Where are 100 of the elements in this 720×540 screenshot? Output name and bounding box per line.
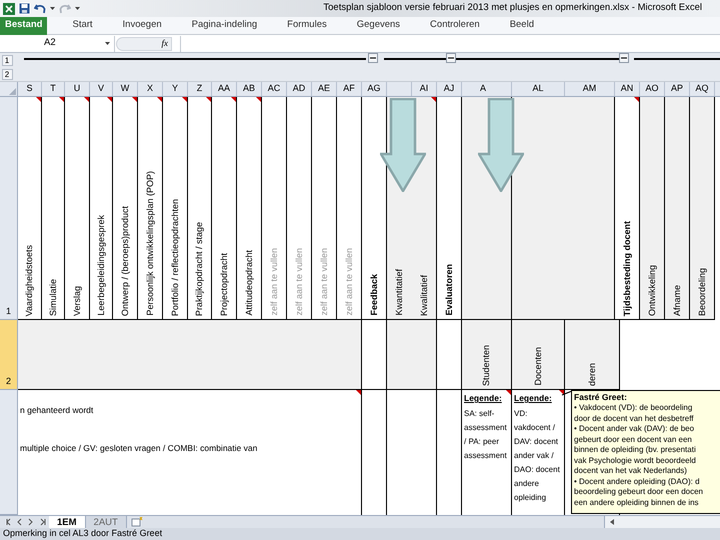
- column-header[interactable]: AD: [292, 82, 306, 96]
- status-text: Opmerking in cel AL3 door Fastré Greet: [3, 527, 162, 540]
- column-heading-text: zelf aan te vullen: [320, 248, 328, 316]
- column-header[interactable]: AJ: [444, 82, 454, 96]
- ribbon-tab[interactable]: Start: [67, 16, 98, 34]
- column-header[interactable]: A: [480, 82, 486, 96]
- column-header[interactable]: V: [98, 82, 104, 96]
- comment-text: • Vakdocent (VD): de beoordeling: [574, 403, 694, 414]
- column-header[interactable]: AA: [218, 82, 230, 96]
- sheet-tab[interactable]: 2AUT: [86, 516, 127, 528]
- column-heading-text: Afname: [672, 284, 682, 316]
- comment-text: • Docent andere opleiding (DAO): d: [574, 476, 701, 487]
- spreadsheet-app-icon[interactable]: [3, 2, 15, 14]
- collapse-group-button[interactable]: [619, 53, 629, 63]
- legend-title: Legende:: [464, 392, 503, 405]
- column-heading-text: Ontwikkeling: [648, 264, 656, 316]
- column-heading-text: Verslag: [72, 286, 82, 316]
- column-header[interactable]: AM: [582, 82, 596, 96]
- column-heading-text: Portfolio / reflectieopdrachten: [170, 198, 180, 316]
- column-heading-text: Kwalitatief: [420, 274, 428, 316]
- minus-icon: [448, 55, 454, 61]
- ribbon-tab[interactable]: Gegevens: [352, 16, 406, 34]
- sheet-tab[interactable]: 1EM: [49, 516, 86, 528]
- undo-icon[interactable]: [34, 3, 46, 14]
- legend-text: SA: self-assessment / PA: peer assessment: [464, 408, 508, 462]
- column-header[interactable]: AQ: [695, 82, 708, 96]
- column-heading-text: zelf aan te vullen: [294, 248, 304, 316]
- column-header[interactable]: AE: [318, 82, 330, 96]
- caret-icon[interactable]: [105, 42, 110, 46]
- comment-text: binnen de opleiding (bv. presentati: [574, 445, 697, 456]
- column-header[interactable]: Z: [196, 82, 202, 96]
- minus-icon: [370, 55, 376, 61]
- row-header[interactable]: 1: [0, 97, 18, 320]
- comment-text: beoordeling gebeurt door een docen: [574, 487, 704, 498]
- legend-text: VD: vakdocent / DAV: docent ander vak / DAO: docent andere opleiding: [514, 408, 561, 504]
- sheet-navigation-icon[interactable]: [38, 518, 47, 526]
- comment-text: • Docent ander vak (DAV): de beo: [574, 424, 696, 434]
- outline-level-button[interactable]: 1: [2, 55, 12, 66]
- comment-text: docent van het vak Nederlands): [574, 466, 688, 476]
- column-header[interactable]: Y: [172, 82, 178, 96]
- outline-group-line: [384, 58, 449, 60]
- column-header[interactable]: U: [74, 82, 80, 96]
- comment-text: vak Psychologie wordt beoordeeld: [574, 456, 697, 466]
- insert-function-button[interactable]: fx: [162, 36, 168, 50]
- horizontal-scrollbar[interactable]: [604, 516, 720, 528]
- column-heading-text: Praktijkopdracht / stage: [195, 222, 204, 316]
- column-heading-text: zelf aan te vullen: [270, 248, 278, 316]
- column-heading-text: Evaluatoren: [444, 264, 454, 316]
- ribbon-tab[interactable]: Formules: [282, 16, 332, 34]
- ribbon-tab[interactable]: Beeld: [504, 16, 539, 34]
- column-heading-text: Leerbegeleidingsgesprek: [96, 215, 106, 316]
- column-header[interactable]: AI: [420, 82, 428, 96]
- column-header[interactable]: W: [120, 82, 130, 96]
- column-heading-text: zelf aan te vullen: [344, 248, 354, 316]
- column-header[interactable]: AP: [670, 82, 683, 96]
- column-heading-text: Vaardigheidstoets: [25, 244, 34, 316]
- column-heading-text: Attitudeopdracht: [244, 250, 254, 316]
- column-heading-text: Persoonlijk ontwikkelingsplan (POP): [146, 171, 154, 316]
- minus-icon: [621, 55, 627, 61]
- scroll-left-icon[interactable]: [608, 518, 616, 526]
- column-heading-text: Feedback: [370, 274, 378, 316]
- save-icon[interactable]: [19, 3, 30, 14]
- caret-icon[interactable]: [50, 6, 55, 10]
- column-header[interactable]: AF: [343, 82, 355, 96]
- ribbon-tab[interactable]: Pagina-indeling: [186, 16, 262, 34]
- new-sheet-icon[interactable]: [130, 517, 143, 527]
- cell-text: multiple choice / GV: gesloten vragen / COMBI: combinatie van: [20, 442, 258, 454]
- column-header[interactable]: X: [146, 82, 153, 96]
- caret-icon[interactable]: [75, 6, 80, 10]
- comment-text: gebeurt door een docent van een: [574, 434, 693, 445]
- column-heading-text: Simulatie: [48, 278, 58, 316]
- ribbon-tab[interactable]: Controleren: [425, 16, 485, 34]
- comment-text: door de docent van het desbetreff: [574, 414, 694, 424]
- comment-author: Fastré Greet:: [574, 392, 628, 403]
- column-header[interactable]: AB: [242, 82, 255, 96]
- column-heading-text: Kwantitatief: [395, 269, 404, 316]
- collapse-group-button[interactable]: [446, 53, 456, 63]
- cell-text: n gehanteerd wordt: [20, 404, 94, 417]
- row-header[interactable]: 2: [0, 320, 18, 390]
- column-heading-text: Beoordeling: [698, 268, 706, 316]
- column-heading-text: Docenten: [534, 347, 542, 386]
- column-heading-text: Studenten: [482, 344, 491, 386]
- ribbon-tab[interactable]: Bestand: [0, 16, 48, 34]
- column-header[interactable]: AO: [645, 82, 658, 96]
- window-title: Toetsplan sjabloon versie februari 2013 met plusjes en opmerkingen.xlsx - Microsoft Excel: [323, 1, 703, 16]
- column-header[interactable]: AN: [620, 82, 634, 96]
- column-header[interactable]: T: [50, 82, 56, 96]
- column-header[interactable]: AC: [268, 82, 280, 96]
- legend-title: Legende:: [514, 392, 553, 405]
- column-header[interactable]: AG: [367, 82, 380, 96]
- comment-text: een andere opleiding binnen de ins: [574, 498, 700, 508]
- column-heading-text: Ontwerp / (beroeps)product: [120, 206, 130, 316]
- collapse-group-button[interactable]: [368, 53, 378, 63]
- column-header[interactable]: S: [26, 82, 32, 96]
- outline-level-button[interactable]: 2: [2, 69, 12, 80]
- column-heading-text: Projectopdracht: [220, 252, 228, 316]
- column-heading-text: deren: [588, 362, 596, 386]
- column-heading-text: Tijdsbesteding docent: [622, 220, 632, 316]
- column-header[interactable]: AL: [532, 82, 544, 96]
- ribbon-tab[interactable]: Invoegen: [118, 16, 167, 34]
